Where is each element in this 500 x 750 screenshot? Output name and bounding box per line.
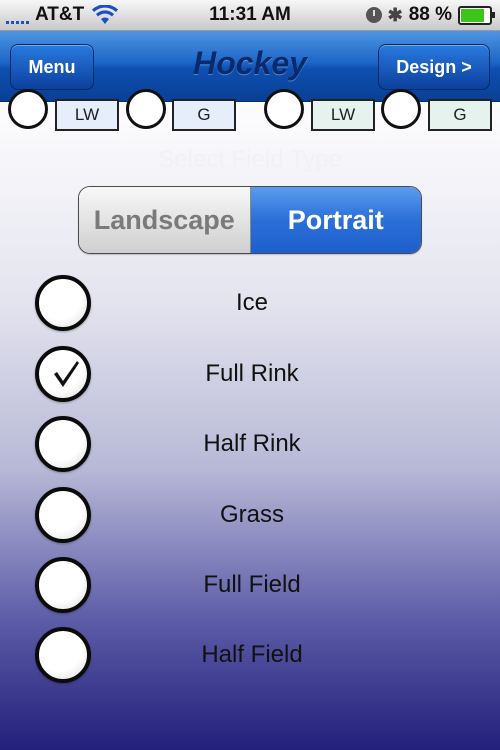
design-button[interactable]: Design > bbox=[378, 44, 490, 90]
position-box-g-1[interactable]: G bbox=[172, 99, 236, 131]
position-row: LW G LW G bbox=[0, 89, 500, 133]
radio-button[interactable] bbox=[35, 487, 91, 543]
bluetooth-icon: ✱ bbox=[387, 4, 403, 25]
radio-button[interactable] bbox=[35, 416, 91, 472]
field-type-label: Select Field Type bbox=[158, 146, 342, 173]
radio-button[interactable] bbox=[35, 275, 91, 331]
option-label: Full Rink bbox=[205, 360, 299, 387]
position-circle-1[interactable] bbox=[8, 89, 48, 129]
option-half-field[interactable]: Half Field bbox=[0, 625, 500, 685]
position-box-lw-2[interactable]: LW bbox=[311, 99, 375, 131]
option-label: Half Field bbox=[201, 641, 303, 668]
alarm-clock-icon bbox=[365, 7, 382, 23]
position-circle-3[interactable] bbox=[264, 89, 304, 129]
position-box-lw-1[interactable]: LW bbox=[55, 99, 119, 131]
battery-icon bbox=[458, 5, 495, 25]
battery-percent: 88 % bbox=[408, 4, 452, 25]
position-box-g-2[interactable]: G bbox=[428, 99, 492, 131]
option-label: Half Rink bbox=[203, 430, 301, 457]
segment-landscape[interactable]: Landscape bbox=[79, 187, 251, 253]
option-ice[interactable]: Ice bbox=[0, 273, 500, 333]
status-bar: AT&T 11:31 AM ✱ 88 % bbox=[0, 0, 500, 31]
status-right: ✱ 88 % bbox=[365, 4, 495, 26]
position-circle-4[interactable] bbox=[381, 89, 421, 129]
position-circle-2[interactable] bbox=[126, 89, 166, 129]
battery-fill bbox=[461, 8, 484, 22]
radio-button-checked[interactable] bbox=[35, 346, 91, 402]
option-label: Grass bbox=[219, 501, 284, 528]
option-label: Ice bbox=[235, 289, 268, 316]
radio-button[interactable] bbox=[35, 557, 91, 613]
option-full-field[interactable]: Full Field bbox=[0, 555, 500, 615]
option-label: Full Field bbox=[203, 571, 301, 598]
radio-button[interactable] bbox=[35, 627, 91, 683]
orientation-segmented-control: Landscape Portrait bbox=[78, 186, 422, 254]
navigation-bar: Menu Hockey Design > bbox=[0, 31, 500, 102]
option-grass[interactable]: Grass bbox=[0, 485, 500, 545]
option-half-rink[interactable]: Half Rink bbox=[0, 414, 500, 474]
option-full-rink[interactable]: Full Rink bbox=[0, 344, 500, 404]
segment-portrait[interactable]: Portrait bbox=[250, 187, 421, 253]
checkmark-icon bbox=[54, 361, 79, 387]
